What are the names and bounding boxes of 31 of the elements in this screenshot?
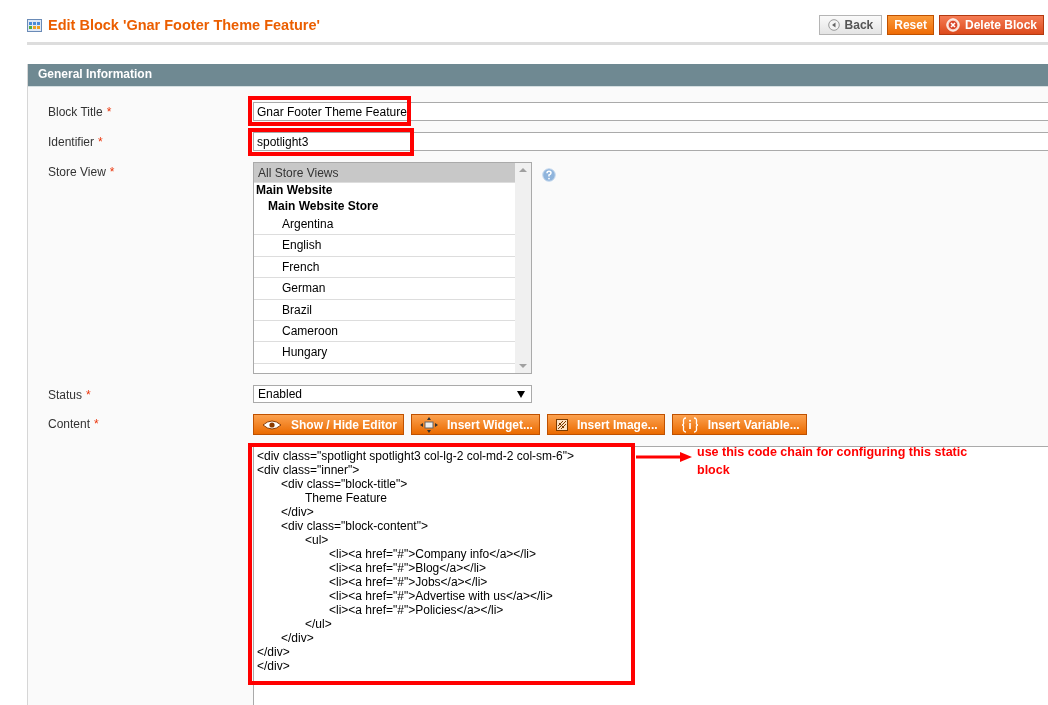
store-view-list[interactable]: All Store Views Main Website Main Website Store Argentina English French German Brazil Cameroon Hungary [253,162,532,374]
store-group-label: Main Website Store [267,198,380,214]
text-field[interactable]: spotlight3 [253,132,1048,151]
status-select[interactable]: Enabled [253,385,532,403]
dropdown-arrow-icon [517,390,525,398]
annotation-arrow [636,452,692,462]
section-header: General Information [28,64,1048,87]
braces-icon [680,416,699,433]
widget-icon [420,416,438,433]
field-label: Identifier [48,135,95,149]
required-mark: * [106,105,112,119]
required-mark: * [109,165,115,179]
eye-icon [262,419,282,430]
image-icon [555,418,568,431]
required-mark: * [94,417,99,431]
annotation-note: use this code chain for configuring this static block [697,444,969,479]
list-option[interactable]: All Store Views [254,163,516,183]
text-field[interactable]: Gnar Footer Theme Feature [253,102,1048,121]
back-icon [827,19,840,31]
back-button[interactable]: Back [818,15,883,35]
field-label: Status [48,388,83,402]
close-icon [945,18,960,32]
help-icon[interactable] [542,168,556,182]
field-label: Content [48,417,91,431]
grid-icon [27,18,42,32]
page-title: Edit Block 'Gnar Footer Theme Feature' [48,17,321,33]
field-label: Block Title [48,105,103,119]
required-mark: * [86,388,91,402]
required-mark: * [98,135,103,149]
website-group-label: Main Website [255,183,334,198]
field-label: Store View [48,165,106,179]
